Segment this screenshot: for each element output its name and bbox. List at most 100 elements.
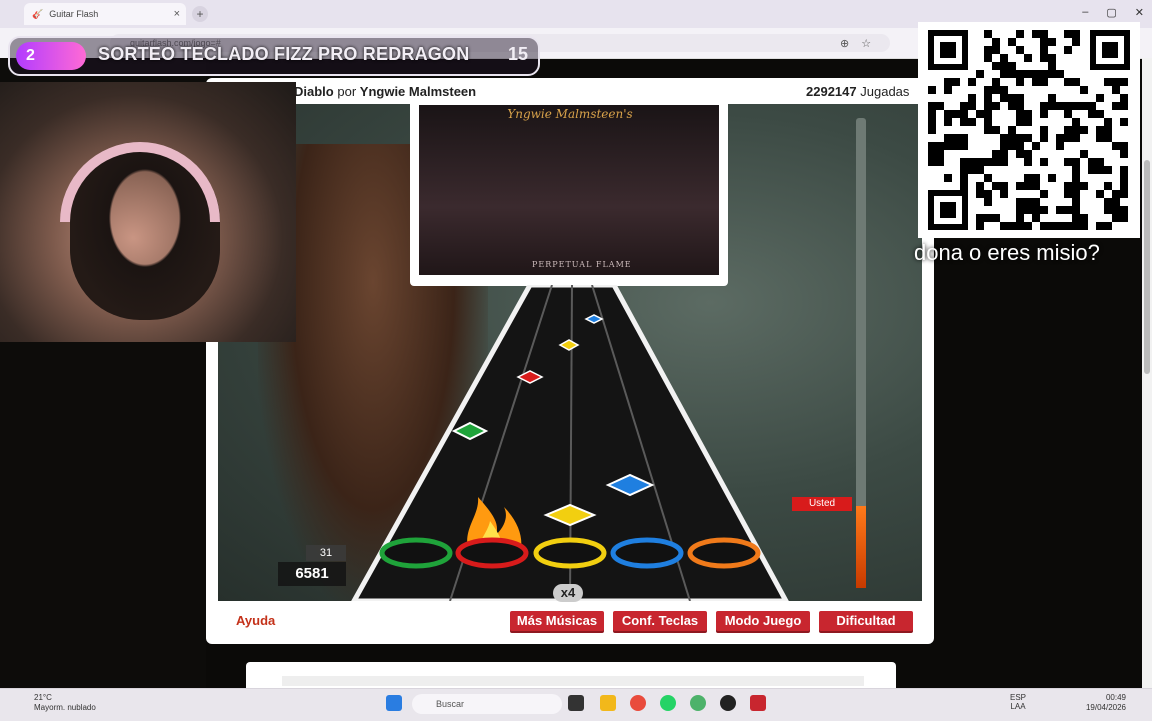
qr-module [944,174,952,182]
qr-module [1000,54,1008,62]
qr-module [1096,190,1104,198]
qr-module [984,174,992,182]
language-indicator[interactable]: ESP LAA [1010,693,1026,711]
file-explorer-icon[interactable] [600,695,616,711]
qr-module [1048,70,1056,78]
new-tab-button[interactable]: + [192,6,208,22]
qr-module [976,182,984,190]
qr-module [1016,198,1024,206]
qr-module [1112,102,1120,110]
qr-module [1032,198,1040,206]
scrollbar-thumb[interactable] [1144,160,1150,374]
task-view-icon[interactable] [568,695,584,711]
qr-module [1040,126,1048,134]
qr-module [1120,174,1128,182]
qr-module [968,166,976,174]
album-cover-subtitle: PERPETUAL FLAME [532,260,632,269]
qr-module [1112,190,1120,198]
qr-module [1120,118,1128,126]
close-window-icon[interactable]: ✕ [1135,6,1144,19]
qr-module [936,142,944,150]
qr-module [968,78,976,86]
qr-module [1032,174,1040,182]
qr-module [1080,86,1088,94]
taskbar-clock[interactable]: 00:49 19/04/2026 [1080,693,1126,713]
qr-module [984,190,992,198]
qr-module [960,174,968,182]
qr-module [1072,158,1080,166]
fret-red[interactable] [455,537,529,569]
qr-module [1024,70,1032,78]
album-cover-title: Yngwie Malmsteen's [507,107,633,121]
fret-green[interactable] [379,537,453,569]
plays-counter: 2292147 Jugadas [806,84,909,99]
qr-module [1016,214,1024,222]
qr-module [968,94,976,102]
plays-count: 2292147 [806,84,857,99]
taskbar-search[interactable]: Buscar [412,694,562,714]
key-config-button[interactable]: Conf. Teclas [613,611,707,631]
qr-module [944,78,952,86]
fret-orange[interactable] [687,537,761,569]
qr-module [1008,94,1016,102]
whatsapp-icon[interactable] [660,695,676,711]
qr-module [1064,206,1072,214]
qr-module [1040,54,1048,62]
app-icon[interactable] [750,695,766,711]
qr-module [1088,158,1096,166]
maximize-icon[interactable]: ▢ [1106,6,1116,19]
qr-module [936,158,944,166]
qr-module [992,62,1000,70]
qr-module [960,158,968,166]
qr-finder-core [940,42,956,58]
qr-module [1024,182,1032,190]
qr-module [928,102,936,110]
qr-module [1096,134,1104,142]
qr-module [1016,102,1024,110]
difficulty-button[interactable]: Dificultad [819,611,913,631]
chrome-icon[interactable] [630,695,646,711]
qr-module [1104,198,1112,206]
qr-module [976,70,984,78]
weather-widget[interactable]: 21°C Mayorm. nublado [34,693,96,713]
qr-module [1024,158,1032,166]
game-mode-button[interactable]: Modo Juego [716,611,810,631]
lang-primary: ESP [1010,693,1027,702]
qr-module [1048,102,1056,110]
qr-module [936,150,944,158]
qr-module [1064,126,1072,134]
qr-module [1112,86,1120,94]
qr-module [984,30,992,38]
qr-module [1000,94,1008,102]
close-tab-icon[interactable]: × [174,8,180,20]
tab-guitar-flash[interactable]: 🎸 Guitar Flash × [24,3,186,25]
qr-module [1024,206,1032,214]
qr-module [992,78,1000,86]
bookmark-star-icon[interactable]: ☆ [861,37,871,50]
qr-module [1080,126,1088,134]
qr-module [1032,30,1040,38]
more-songs-button[interactable]: Más Músicas [510,611,604,631]
qr-module [1000,150,1008,158]
qr-module [1080,182,1088,190]
qr-finder-core [1102,42,1118,58]
qr-module [1040,30,1048,38]
qr-module [1048,38,1056,46]
help-link[interactable]: Ayuda [236,613,275,628]
fret-yellow[interactable] [533,537,607,569]
qr-module [1040,70,1048,78]
qr-module [984,86,992,94]
qr-module [1064,222,1072,230]
zoom-icon[interactable]: ⊕ [840,37,849,50]
obs-icon[interactable] [720,695,736,711]
minimize-icon[interactable]: – [1082,6,1088,19]
qr-module [928,118,936,126]
qr-module [1016,30,1024,38]
qr-module [1088,102,1096,110]
start-icon[interactable] [386,695,402,711]
qr-module [976,190,984,198]
qr-module [1096,110,1104,118]
qr-module [1096,158,1104,166]
fret-blue[interactable] [610,537,684,569]
chrome-profile-icon[interactable] [690,695,706,711]
